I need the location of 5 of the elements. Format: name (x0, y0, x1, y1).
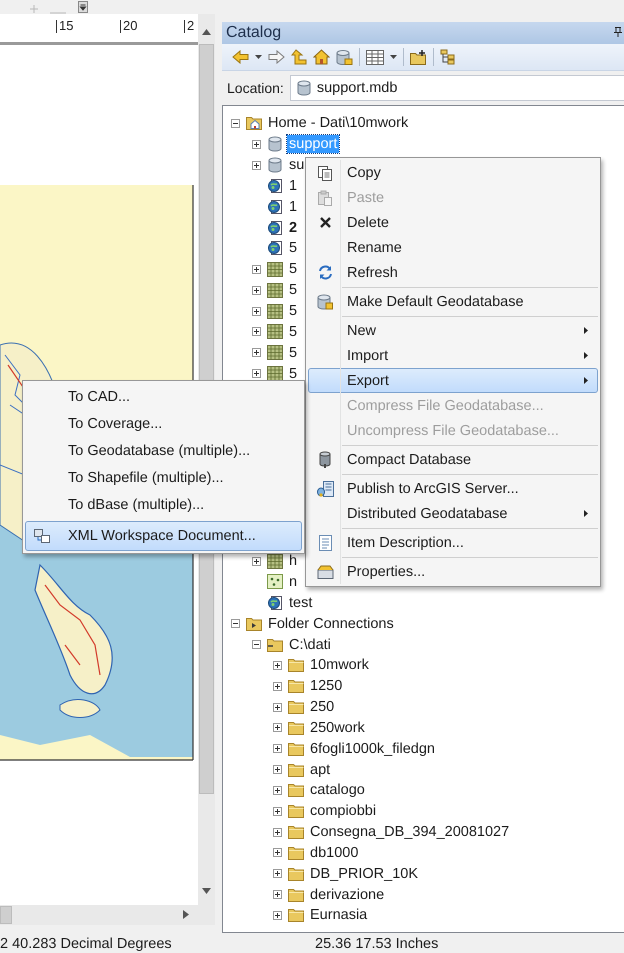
location-label: Location: (227, 80, 284, 96)
coordinates-readout: 2 40.283 Decimal Degrees (0, 936, 173, 952)
ruler-label: 20 (120, 20, 184, 33)
ruler-label: 15 (56, 20, 120, 33)
page-position-readout: 25.36 17.53 Inches (315, 936, 440, 952)
